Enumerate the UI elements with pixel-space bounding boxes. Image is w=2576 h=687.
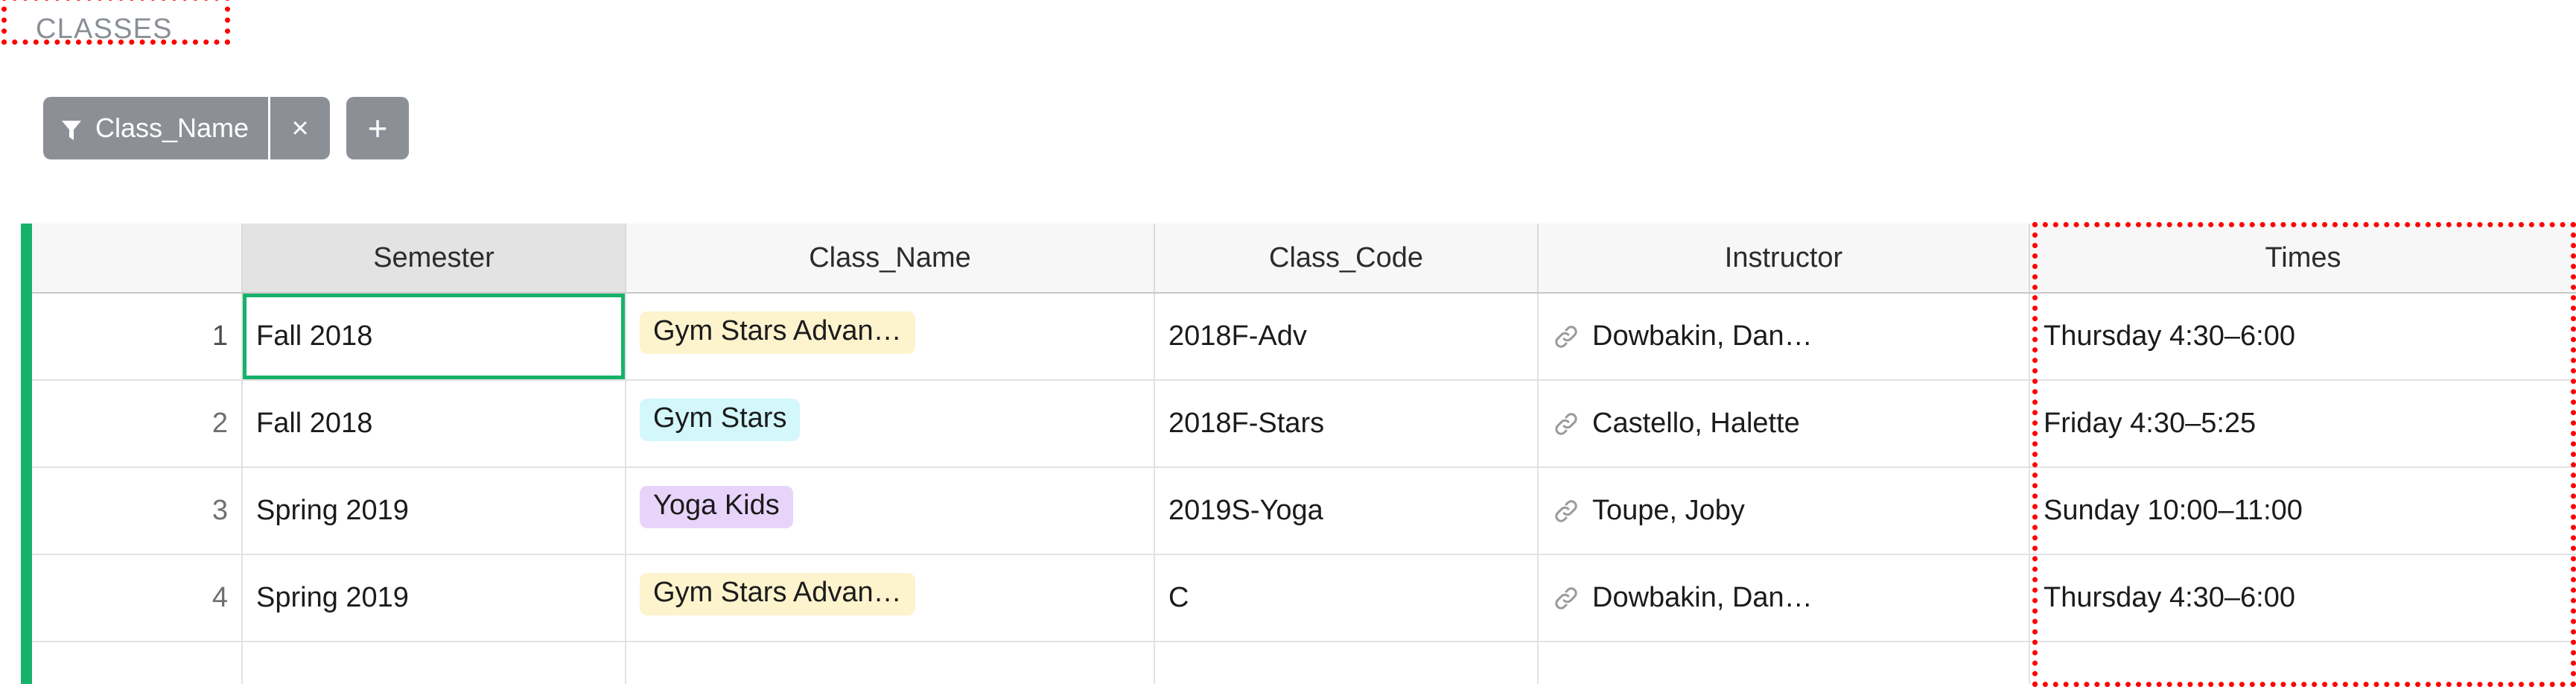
cell-instructor[interactable]: Toupe, Joby (1538, 467, 2030, 555)
table-header-row: Semester Class_Name Class_Code Instructo… (32, 224, 2576, 294)
filter-chip-label: Class_Name (95, 113, 249, 143)
instructor-name: Toupe, Joby (1592, 495, 1745, 526)
instructor-name: Castello, Halette (1592, 408, 1800, 439)
filter-funnel-icon (61, 117, 82, 140)
add-filter-button[interactable]: + (346, 97, 410, 159)
row-number[interactable]: 2 (32, 380, 243, 468)
link-icon (1552, 584, 1580, 612)
cell-instructor[interactable]: Dowbakin, Dan… (1538, 554, 2030, 642)
class-name-pill: Gym Stars Advan… (640, 311, 915, 354)
filter-chip-group: Class_Name × (43, 97, 331, 159)
cell-semester[interactable]: Spring 2019 (242, 554, 626, 642)
table-row[interactable] (32, 642, 2576, 684)
cell-instructor[interactable]: Castello, Halette (1538, 380, 2030, 468)
cell-class-code[interactable]: 2018F-Stars (1154, 380, 1539, 468)
row-number[interactable]: 4 (32, 554, 243, 642)
cell-semester[interactable]: Spring 2019 (242, 467, 626, 555)
classes-table: Semester Class_Name Class_Code Instructo… (32, 224, 2576, 684)
cell-class-code[interactable] (1154, 642, 1539, 684)
cell-class-code[interactable]: C (1154, 554, 1539, 642)
column-header-class-code[interactable]: Class_Code (1154, 224, 1539, 294)
cell-class-name[interactable]: Gym Stars Advan… (626, 554, 1155, 642)
table-row[interactable]: 2 Fall 2018 Gym Stars 2018F-Stars Castel… (32, 380, 2576, 468)
cell-instructor[interactable] (1538, 642, 2030, 684)
table-row[interactable]: 3 Spring 2019 Yoga Kids 2019S-Yoga Toupe… (32, 467, 2576, 555)
cell-class-name[interactable]: Gym Stars (626, 380, 1155, 468)
row-number-corner-header[interactable] (32, 224, 243, 294)
cell-times[interactable]: Sunday 10:00–11:00 (2029, 467, 2576, 555)
table-row[interactable]: 1 Fall 2018 Gym Stars Advan… 2018F-Adv D… (32, 293, 2576, 381)
column-header-times[interactable]: Times (2029, 224, 2576, 294)
cell-semester[interactable] (242, 642, 626, 684)
link-icon (1552, 410, 1580, 438)
cell-class-name[interactable] (626, 642, 1155, 684)
link-icon (1552, 323, 1580, 351)
row-number[interactable]: 3 (32, 467, 243, 555)
cell-class-name[interactable]: Yoga Kids (626, 467, 1155, 555)
column-header-semester[interactable]: Semester (242, 224, 626, 294)
row-number[interactable]: 1 (32, 293, 243, 381)
cell-times[interactable] (2029, 642, 2576, 684)
row-number[interactable] (32, 642, 243, 684)
table-row[interactable]: 4 Spring 2019 Gym Stars Advan… C Dowbaki… (32, 554, 2576, 642)
cell-class-name[interactable]: Gym Stars Advan… (626, 293, 1155, 381)
cell-class-code[interactable]: 2018F-Adv (1154, 293, 1539, 381)
cell-class-code[interactable]: 2019S-Yoga (1154, 467, 1539, 555)
instructor-name: Dowbakin, Dan… (1592, 320, 1813, 352)
class-name-pill: Gym Stars (640, 399, 801, 441)
cell-times[interactable]: Thursday 4:30–6:00 (2029, 293, 2576, 381)
section-header: CLASSES (0, 0, 235, 52)
filter-toolbar: Class_Name × + (0, 92, 410, 164)
link-icon (1552, 497, 1580, 525)
column-header-instructor[interactable]: Instructor (1538, 224, 2030, 294)
column-header-class-name[interactable]: Class_Name (626, 224, 1155, 294)
cell-semester[interactable]: Fall 2018 (242, 380, 626, 468)
cell-instructor[interactable]: Dowbakin, Dan… (1538, 293, 2030, 381)
class-name-pill: Gym Stars Advan… (640, 573, 915, 615)
cell-semester[interactable]: Fall 2018 (242, 293, 626, 381)
classes-table-panel: CLASSES Class_Name × + Semester Class_Na… (0, 0, 2576, 687)
instructor-name: Dowbakin, Dan… (1592, 582, 1813, 613)
data-grid: Semester Class_Name Class_Code Instructo… (21, 224, 2576, 684)
grid-accent-bar (21, 224, 32, 684)
cell-times[interactable]: Friday 4:30–5:25 (2029, 380, 2576, 468)
class-name-pill: Yoga Kids (640, 486, 793, 528)
filter-chip-class-name[interactable]: Class_Name (43, 97, 269, 159)
cell-times[interactable]: Thursday 4:30–6:00 (2029, 554, 2576, 642)
page-title: CLASSES (36, 13, 173, 45)
filter-chip-remove-button[interactable]: × (270, 97, 331, 159)
